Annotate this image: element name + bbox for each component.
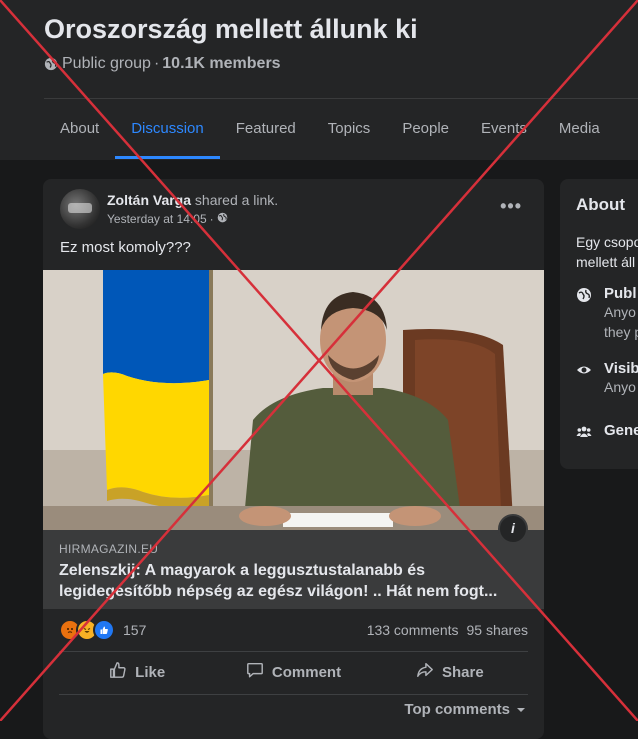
- about-description: Egy csopo mellett áll: [576, 232, 638, 272]
- link-preview-meta[interactable]: HIRMAGAZIN.EU Zelenszkij: A magyarok a l…: [43, 530, 544, 609]
- like-button[interactable]: Like: [59, 654, 215, 690]
- about-visible-line: Anyo: [604, 379, 636, 395]
- post-card: Zoltán Varga shared a link. Yesterday at…: [43, 179, 544, 739]
- link-domain: HIRMAGAZIN.EU: [59, 542, 159, 556]
- comment-count[interactable]: 133 comments: [367, 622, 459, 638]
- share-button[interactable]: Share: [372, 654, 528, 690]
- timestamp-text[interactable]: Yesterday at 14:05: [107, 212, 207, 226]
- comment-button[interactable]: Comment: [215, 654, 371, 690]
- about-general-row: Gene: [576, 422, 638, 445]
- tab-about[interactable]: About: [44, 99, 115, 159]
- about-description-line: Egy csopo: [576, 234, 638, 250]
- post-text: Ez most komoly???: [60, 239, 191, 256]
- link-preview-image[interactable]: [43, 270, 544, 530]
- about-public-row: Publ Anyo they p: [576, 285, 638, 342]
- group-title[interactable]: Oroszország mellett állunk ki: [44, 14, 418, 45]
- post-actions: Like Comment Share: [59, 654, 528, 690]
- tab-discussion[interactable]: Discussion: [115, 99, 220, 159]
- comment-label: Comment: [271, 663, 342, 681]
- about-card: About Egy csopo mellett áll Publ Anyo th…: [560, 179, 638, 469]
- globe-icon: [576, 285, 594, 342]
- avatar[interactable]: [60, 189, 100, 229]
- member-count[interactable]: 10.1K members: [162, 55, 280, 73]
- about-public-title: Publ: [604, 285, 637, 302]
- comment-sort-dropdown[interactable]: Top comments: [404, 701, 526, 718]
- about-title: About: [576, 195, 626, 214]
- stats-right: 133 comments 95 shares: [367, 622, 528, 638]
- author-action: shared a link.: [194, 192, 279, 208]
- share-icon: [416, 661, 434, 683]
- about-public-line: Anyo: [604, 304, 636, 320]
- share-count[interactable]: 95 shares: [467, 622, 528, 638]
- comment-sort-label: Top comments: [404, 701, 510, 718]
- globe-icon: [44, 57, 58, 71]
- group-tabs: About Discussion Featured Topics People …: [44, 99, 616, 159]
- reaction-icons[interactable]: [59, 619, 115, 641]
- tab-people[interactable]: People: [386, 99, 465, 159]
- post-timestamp: Yesterday at 14:05 ·: [107, 212, 228, 226]
- group-meta: Public group · 10.1K members: [44, 55, 281, 73]
- chevron-down-icon: [516, 701, 526, 718]
- timestamp-separator: ·: [209, 212, 214, 226]
- reaction-count[interactable]: 157: [123, 622, 146, 638]
- about-public-line: they p: [604, 324, 638, 340]
- tab-media[interactable]: Media: [543, 99, 616, 159]
- tab-topics[interactable]: Topics: [312, 99, 387, 159]
- group-header: Oroszország mellett állunk ki Public gro…: [0, 0, 638, 160]
- group-privacy: Public group: [62, 55, 151, 72]
- link-title[interactable]: Zelenszkij: A magyarok a leggusztustalan…: [59, 560, 519, 602]
- about-description-line: mellett áll: [576, 254, 636, 270]
- eye-icon: [576, 360, 594, 397]
- post-author-line: Zoltán Varga shared a link.: [107, 192, 278, 208]
- post-stats: 157 133 comments 95 shares: [59, 619, 528, 641]
- share-label: Share: [441, 663, 484, 681]
- like-label: Like: [135, 663, 166, 681]
- about-visible-title: Visib: [604, 360, 638, 377]
- tab-featured[interactable]: Featured: [220, 99, 312, 159]
- meta-separator: ·: [153, 55, 160, 72]
- like-reaction-icon: [93, 619, 115, 641]
- actions-divider: [59, 651, 528, 652]
- tab-events[interactable]: Events: [465, 99, 543, 159]
- about-visible-row: Visib Anyo: [576, 360, 638, 397]
- author-name[interactable]: Zoltán Varga: [107, 192, 191, 208]
- about-general-title: Gene: [604, 422, 638, 439]
- comment-icon: [246, 661, 264, 683]
- info-icon[interactable]: i: [498, 514, 528, 544]
- globe-icon: [217, 212, 228, 226]
- like-icon: [109, 661, 127, 683]
- ellipsis-icon[interactable]: •••: [500, 197, 522, 215]
- news-photo: [43, 270, 544, 530]
- group-icon: [576, 422, 594, 445]
- comments-divider: [59, 694, 528, 695]
